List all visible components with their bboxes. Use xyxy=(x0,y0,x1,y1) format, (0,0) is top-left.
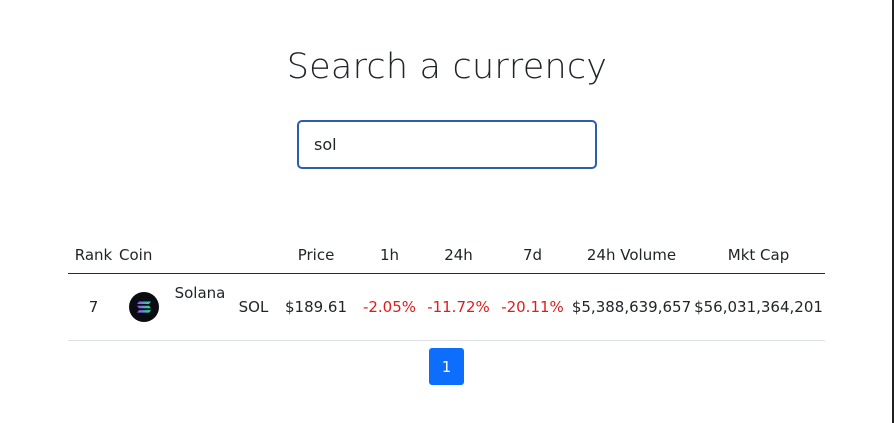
col-header-mkt-cap: Mkt Cap xyxy=(692,236,825,274)
coin-change-1h: -2.05% xyxy=(356,273,423,341)
coin-market-cap: $56,031,364,201 xyxy=(692,273,825,341)
col-header-24h-volume: 24h Volume xyxy=(571,236,692,274)
search-input[interactable] xyxy=(297,120,597,169)
coin-change-24h: -11.72% xyxy=(423,273,494,341)
table-header-row: Rank Coin Price 1h 24h 7d 24h Volume Mkt… xyxy=(68,236,825,274)
col-header-name xyxy=(169,236,231,274)
col-header-1h: 1h xyxy=(356,236,423,274)
coin-volume-24h: $5,388,639,657 xyxy=(571,273,692,341)
table-row[interactable]: 7 Solana SOL $189.61 -2.05% -11.72% -20.… xyxy=(68,273,825,341)
col-header-24h: 24h xyxy=(423,236,494,274)
coin-icon-cell xyxy=(119,273,169,341)
pagination-page-1-button[interactable]: 1 xyxy=(429,348,464,385)
col-header-symbol xyxy=(231,236,276,274)
page-title: Search a currency xyxy=(286,47,608,87)
coin-symbol: SOL xyxy=(231,273,276,341)
solana-logo-icon xyxy=(129,292,159,322)
page: Search a currency Rank Coin Price 1h 24h… xyxy=(0,0,894,423)
col-header-coin: Coin xyxy=(119,236,169,274)
col-header-rank: Rank xyxy=(68,236,119,274)
col-header-7d: 7d xyxy=(494,236,571,274)
col-header-price: Price xyxy=(276,236,356,274)
coin-change-7d: -20.11% xyxy=(494,273,571,341)
coin-price: $189.61 xyxy=(276,273,356,341)
coin-name[interactable]: Solana xyxy=(169,273,231,341)
coins-table: Rank Coin Price 1h 24h 7d 24h Volume Mkt… xyxy=(68,236,825,341)
coin-rank: 7 xyxy=(68,273,119,341)
